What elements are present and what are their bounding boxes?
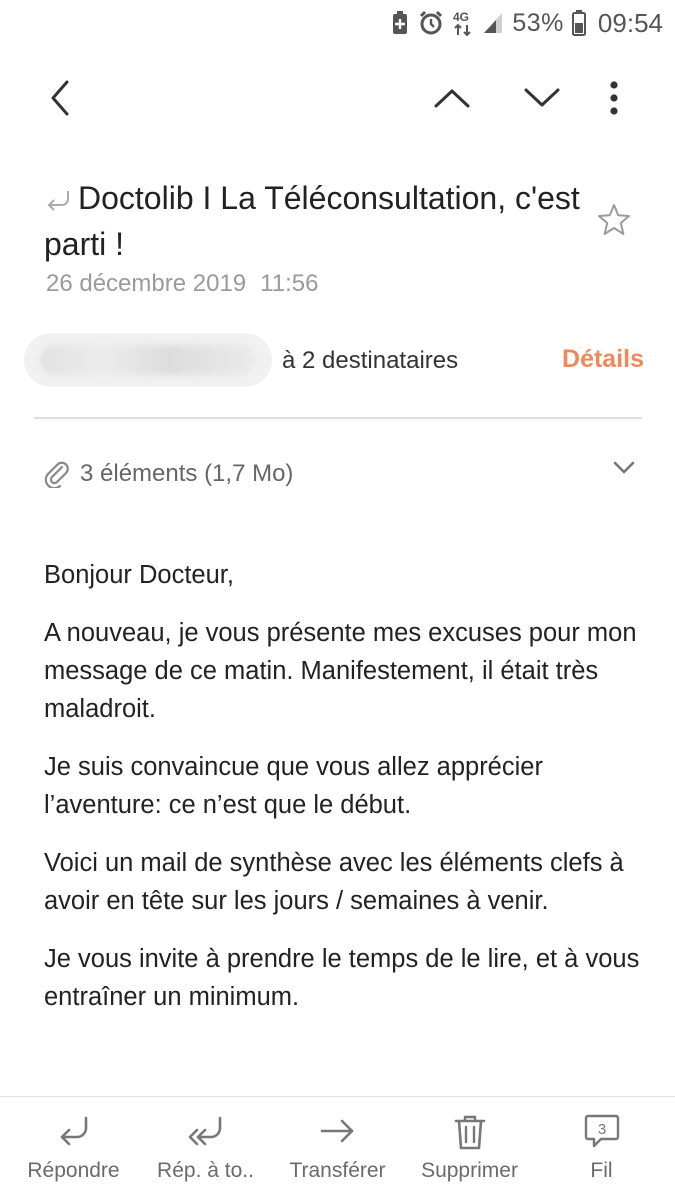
forward-button[interactable]: Transférer (270, 1097, 405, 1200)
thread-button[interactable]: 3 Fil (534, 1097, 669, 1200)
recipients-count: à 2 destinataires (282, 347, 459, 374)
reply-label: Répondre (27, 1159, 120, 1182)
battery-saver-icon (390, 10, 410, 36)
reply-all-icon (188, 1116, 221, 1146)
email-date: 26 décembre 2019 11:56 (46, 270, 318, 298)
subject-row: Doctolib I La Téléconsultation, c'est pa… (44, 178, 644, 264)
sender-row: à 2 destinataires Détails (24, 333, 644, 389)
thread-icon: 3 (584, 1114, 619, 1148)
email-body: Bonjour Docteur, A nouveau, je vous prés… (44, 556, 644, 1036)
body-paragraph: Bonjour Docteur, (44, 561, 234, 589)
paperclip-icon (44, 458, 70, 493)
star-button[interactable] (596, 202, 636, 242)
header-divider (34, 417, 642, 419)
status-bar: 4G 53% 09:54 (0, 0, 675, 46)
body-paragraph: A nouveau, je vous présente mes excuses … (44, 619, 637, 723)
more-options-button[interactable] (592, 62, 636, 134)
reply-all-button[interactable]: Rép. à to.. (138, 1097, 273, 1200)
battery-percent: 53% (512, 8, 564, 37)
bottom-action-bar: Répondre Rép. à to.. Transférer Supprime… (0, 1096, 675, 1200)
delete-button[interactable]: Supprimer (402, 1097, 537, 1200)
details-link[interactable]: Détails (562, 345, 644, 374)
forward-label: Transférer (289, 1159, 386, 1182)
network-4g-icon: 4G (452, 9, 474, 37)
email-date-time: 11:56 (260, 270, 319, 297)
signal-strength-icon (482, 11, 504, 35)
attachments-toggle[interactable]: 3 éléments (1,7 Mo) (44, 452, 636, 494)
email-subject-text: Doctolib I La Téléconsultation, c'est pa… (44, 180, 580, 262)
chevron-down-icon (524, 88, 560, 107)
reply-all-label: Rép. à to.. (157, 1159, 254, 1182)
forward-arrow-icon (320, 1119, 353, 1143)
email-subject: Doctolib I La Téléconsultation, c'est pa… (44, 178, 584, 264)
next-email-button[interactable] (510, 62, 574, 134)
chevron-down-icon (612, 460, 636, 481)
thread-count: 3 (597, 1121, 605, 1138)
previous-email-button[interactable] (420, 62, 484, 134)
replied-icon (44, 184, 72, 224)
reply-icon (60, 1116, 87, 1146)
thread-label: Fil (590, 1159, 613, 1182)
reply-button[interactable]: Répondre (6, 1097, 141, 1200)
body-paragraph: Je vous invite à prendre le temps de le … (44, 945, 640, 1011)
chevron-up-icon (434, 89, 470, 108)
body-paragraph: Je suis convaincue que vous allez appréc… (44, 753, 543, 819)
delete-label: Supprimer (421, 1159, 518, 1182)
sender-chip[interactable] (24, 333, 272, 387)
chevron-left-icon (51, 80, 69, 116)
back-button[interactable] (30, 62, 90, 134)
attachments-label: 3 éléments (1,7 Mo) (80, 460, 294, 487)
more-vertical-icon (610, 81, 618, 115)
email-date-day: 26 décembre 2019 (46, 270, 247, 297)
svg-text:4G: 4G (453, 10, 469, 24)
body-paragraph: Voici un mail de synthèse avec les éléme… (44, 849, 624, 915)
email-view-screen: 4G 53% 09:54 Doctolib I La Téléconsultat… (0, 0, 675, 1200)
email-toolbar (0, 62, 675, 134)
clock-time: 09:54 (597, 7, 663, 38)
battery-icon (571, 10, 586, 36)
sender-name-redacted (40, 345, 256, 375)
trash-icon (454, 1115, 485, 1150)
alarm-icon (418, 10, 444, 36)
star-outline-icon (598, 204, 630, 235)
